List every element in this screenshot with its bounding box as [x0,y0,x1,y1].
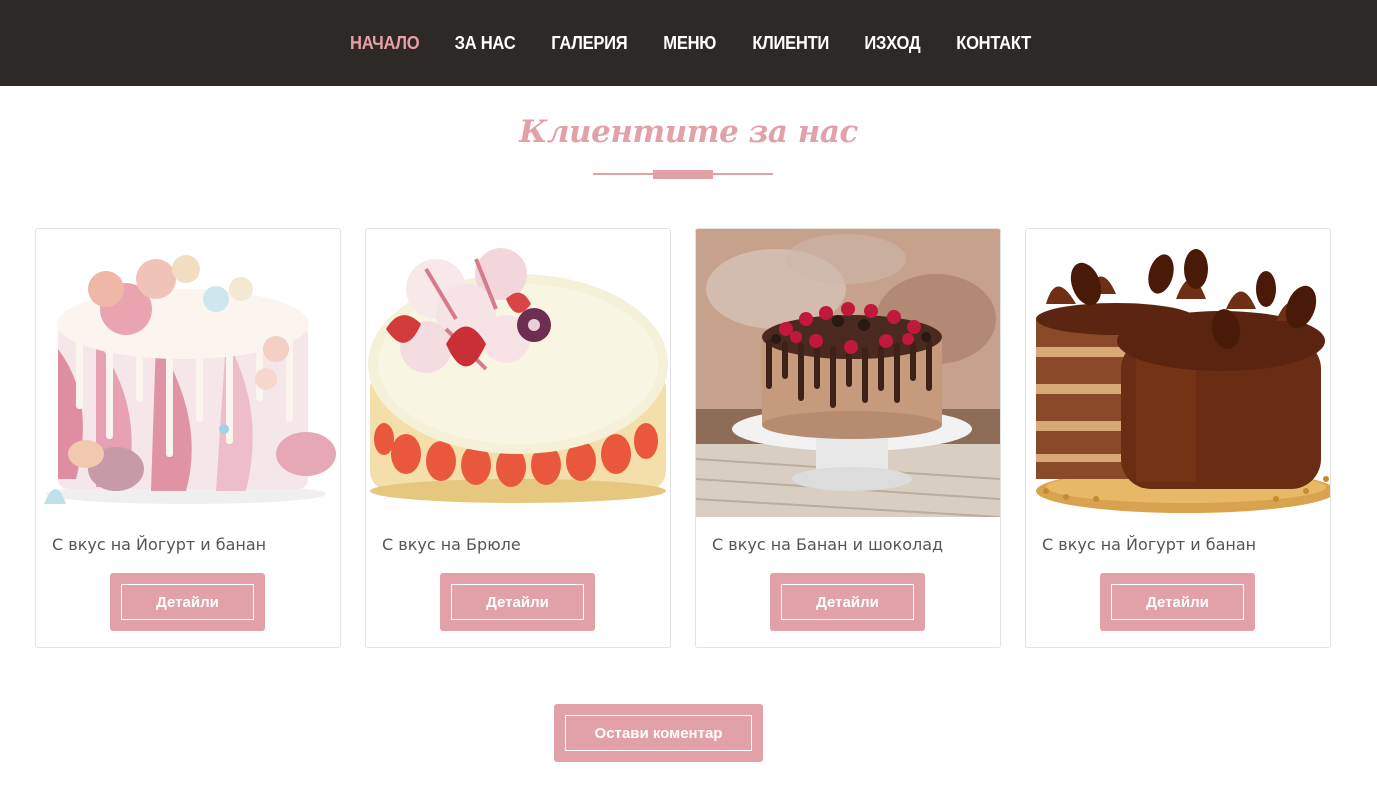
details-button-label: Детайли [1111,584,1244,620]
leave-comment-button[interactable]: Остави коментар [554,704,763,762]
nav-item-exit[interactable]: ИЗХОД [864,33,920,54]
nav-item-clients[interactable]: КЛИЕНТИ [752,33,829,54]
card-caption: С вкус на Банан и шоколад [712,535,944,554]
title-divider-accent [653,170,713,179]
cake-image [1026,229,1330,517]
nav-item-gallery[interactable]: ГАЛЕРИЯ [552,33,628,54]
testimonial-card: С вкус на Банан и шоколад Детайли [695,228,1001,648]
nav-item-contact[interactable]: КОНТАКТ [956,33,1031,54]
cake-image [696,229,1000,517]
details-button[interactable]: Детайли [440,573,595,631]
section-title: Клиентите за нас [519,114,858,150]
details-button[interactable]: Детайли [1100,573,1255,631]
nav-item-about[interactable]: ЗА НАС [455,33,516,54]
nav-item-menu[interactable]: МЕНЮ [663,33,716,54]
cake-image [36,229,340,517]
card-caption: С вкус на Йогурт и банан [52,535,267,554]
details-button-label: Детайли [781,584,914,620]
card-caption: С вкус на Брюле [382,535,521,554]
nav-item-home[interactable]: НАЧАЛО [350,33,420,54]
testimonial-card: С вкус на Брюле Детайли [365,228,671,648]
card-caption: С вкус на Йогурт и банан [1042,535,1257,554]
details-button-label: Детайли [121,584,254,620]
details-button[interactable]: Детайли [770,573,925,631]
details-button[interactable]: Детайли [110,573,265,631]
top-navigation: НАЧАЛО ЗА НАС ГАЛЕРИЯ МЕНЮ КЛИЕНТИ ИЗХОД… [0,0,1377,86]
testimonial-card: С вкус на Йогурт и банан Детайли [1025,228,1331,648]
cake-image [366,229,670,517]
testimonial-card: С вкус на Йогурт и банан Детайли [35,228,341,648]
leave-comment-label: Остави коментар [565,715,752,751]
details-button-label: Детайли [451,584,584,620]
nav-menu: НАЧАЛО ЗА НАС ГАЛЕРИЯ МЕНЮ КЛИЕНТИ ИЗХОД… [347,33,1034,54]
